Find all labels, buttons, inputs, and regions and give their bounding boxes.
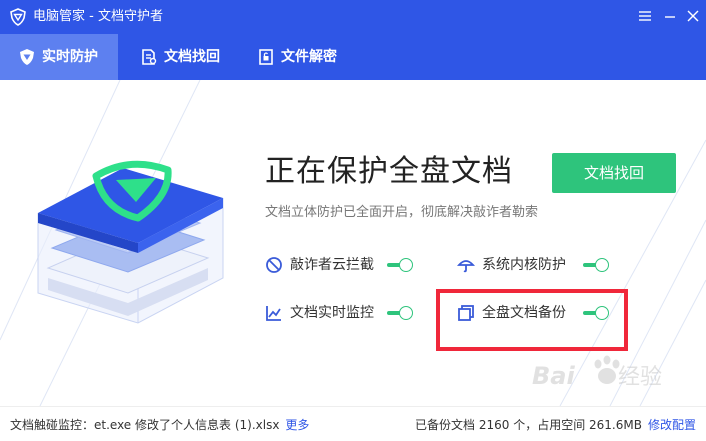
status-bar: 文档触碰监控：et.exe 修改了个人信息表 (1).xlsx 更多 已备份文档 … — [0, 406, 706, 441]
svg-text:经验: 经验 — [618, 365, 662, 390]
menu-icon — [639, 11, 651, 21]
annotation-highlight-box — [436, 289, 628, 351]
protection-headline: 正在保护全盘文档 — [265, 154, 513, 189]
shield-tab-icon — [20, 49, 34, 65]
ransomware-block-toggle[interactable] — [387, 258, 413, 272]
close-button[interactable] — [684, 7, 702, 25]
monitor-status-text: 文档触碰监控：et.exe 修改了个人信息表 (1).xlsx — [10, 418, 280, 432]
unlock-file-icon — [259, 49, 273, 65]
toggle-knob — [399, 306, 413, 320]
document-protection-illustration — [37, 160, 224, 324]
tab-document-recovery[interactable]: 文档找回 — [140, 34, 240, 80]
tab-file-decrypt[interactable]: 文件解密 — [257, 34, 357, 80]
more-link[interactable]: 更多 — [285, 418, 309, 432]
monitor-status: 文档触碰监控：et.exe 修改了个人信息表 (1).xlsx 更多 — [10, 416, 309, 433]
tab-label: 文档找回 — [164, 49, 220, 65]
feature-realtime-monitor: 文档实时监控 — [265, 302, 415, 324]
document-recovery-button[interactable]: 文档找回 — [552, 153, 676, 193]
tab-bar: 实时防护 文档找回 文件解密 — [0, 34, 706, 80]
realtime-monitor-toggle[interactable] — [387, 306, 413, 320]
block-icon — [266, 257, 282, 273]
close-icon — [687, 10, 699, 22]
baidu-jingyan-watermark: Bai 经验 — [532, 355, 662, 390]
feature-label: 系统内核防护 — [482, 257, 566, 273]
toggle-knob — [595, 258, 609, 272]
feature-kernel-protection: 系统内核防护 — [457, 254, 609, 276]
modify-config-link[interactable]: 修改配置 — [648, 418, 696, 432]
minimize-button[interactable] — [661, 7, 679, 25]
feature-label: 敲诈者云拦截 — [290, 257, 374, 273]
chart-monitor-icon — [266, 306, 281, 321]
kernel-protection-toggle[interactable] — [583, 258, 609, 272]
tab-realtime-protection[interactable]: 实时防护 — [0, 34, 118, 80]
protection-subtitle: 文档立体防护已全面开启，彻底解决敲诈者勒索 — [265, 205, 539, 220]
minimize-icon — [665, 16, 675, 18]
title-bar: 电脑管家 - 文档守护者 — [0, 0, 706, 34]
window-title: 电脑管家 - 文档守护者 — [33, 9, 163, 24]
backup-status: 已备份文档 2160 个，占用空间 261.6MB 修改配置 — [415, 416, 696, 433]
toggle-knob — [399, 258, 413, 272]
svg-text:Bai: Bai — [532, 362, 575, 390]
feature-label: 文档实时监控 — [290, 305, 374, 321]
shield-logo-icon — [10, 8, 26, 26]
document-search-icon — [142, 49, 157, 65]
umbrella-icon — [457, 260, 475, 273]
menu-button[interactable] — [636, 7, 654, 25]
tab-label: 实时防护 — [42, 49, 98, 65]
feature-ransomware-cloud-block: 敲诈者云拦截 — [265, 254, 415, 276]
backup-status-text: 已备份文档 2160 个，占用空间 261.6MB — [415, 418, 642, 432]
tab-label: 文件解密 — [281, 49, 337, 65]
